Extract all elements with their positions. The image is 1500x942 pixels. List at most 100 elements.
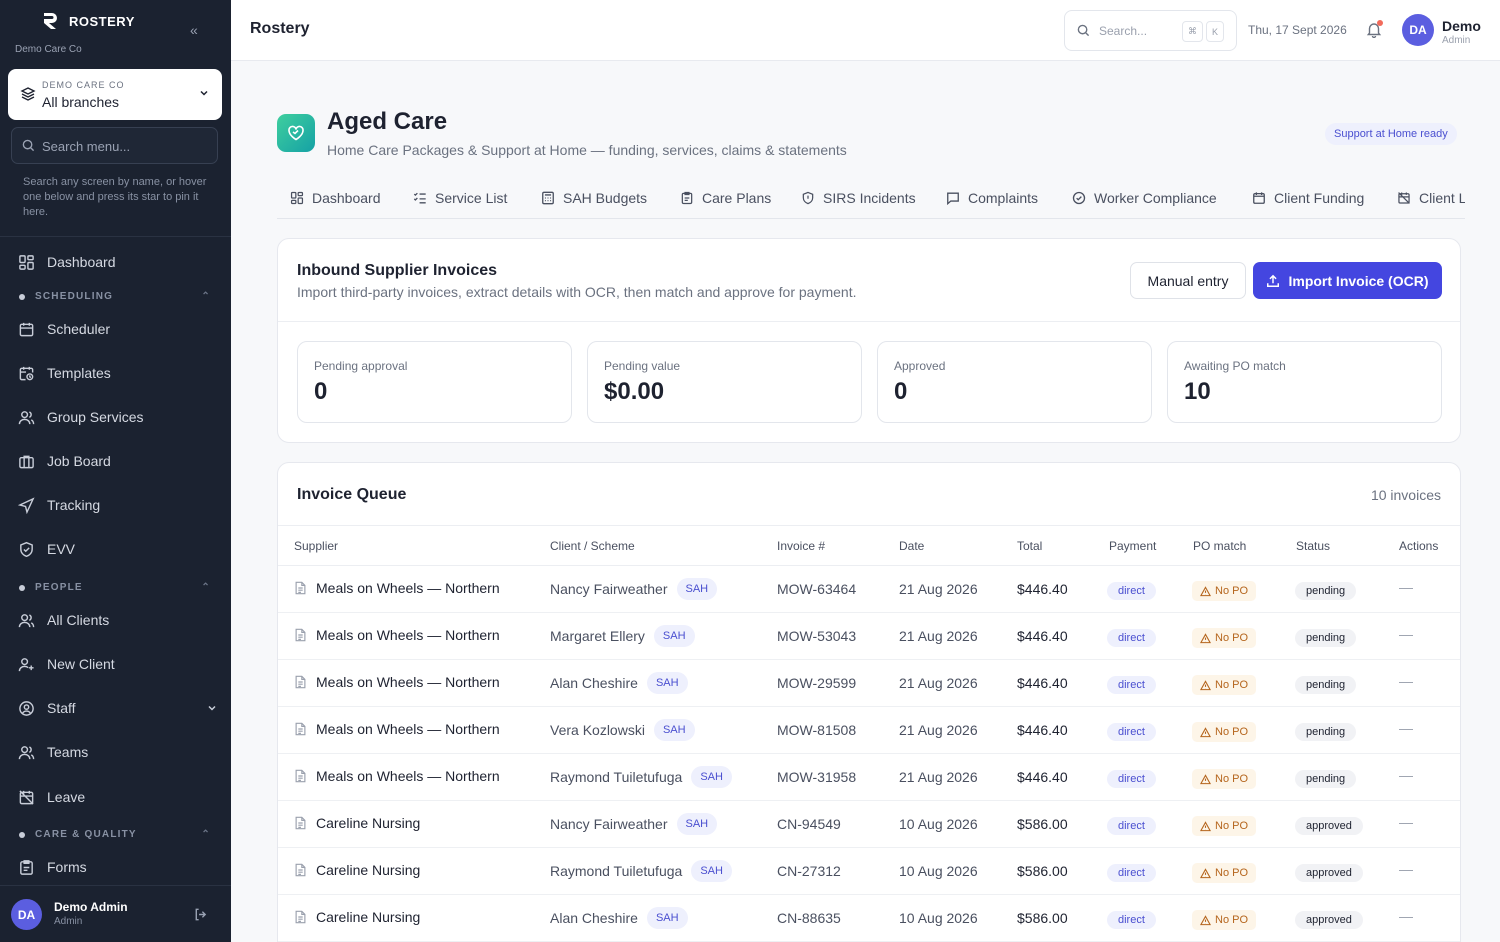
- tab-care-plans[interactable]: Care Plans: [680, 190, 771, 206]
- avatar[interactable]: DA: [1402, 14, 1434, 46]
- row-actions[interactable]: —: [1399, 626, 1413, 642]
- row-actions[interactable]: —: [1399, 673, 1413, 689]
- client-name: Margaret Ellery: [550, 628, 645, 644]
- payment-badge: direct: [1107, 817, 1156, 835]
- sidebar-section-people[interactable]: PEOPLE ⌃: [19, 582, 211, 593]
- topbar-user-role: Admin: [1442, 35, 1471, 46]
- table-row[interactable]: Meals on Wheels — Northern Margaret Eller…: [278, 613, 1460, 660]
- table-row[interactable]: Meals on Wheels — Northern Raymond Tuilet…: [278, 754, 1460, 801]
- table-row[interactable]: Meals on Wheels — Northern Vera Kozlowski…: [278, 707, 1460, 754]
- invoice-total: $446.40: [1017, 722, 1068, 738]
- stat-pending-approval: Pending approval 0: [297, 341, 572, 423]
- sidebar-item-all-clients[interactable]: All Clients: [18, 608, 218, 632]
- sidebar-item-staff[interactable]: Staff: [18, 696, 218, 720]
- po-match-badge: No PO: [1192, 722, 1257, 742]
- sidebar-item-teams[interactable]: Teams: [18, 740, 218, 764]
- sidebar-item-scheduler[interactable]: Scheduler: [18, 317, 218, 341]
- sidebar-section-care-quality[interactable]: CARE & QUALITY ⌃: [19, 829, 211, 840]
- payment-badge: direct: [1107, 723, 1156, 741]
- po-match-label: No PO: [1215, 679, 1249, 691]
- sidebar-item-leave[interactable]: Leave: [18, 785, 218, 809]
- client-cell: Raymond Tuiletufuga SAH: [550, 860, 732, 882]
- client-cell: Alan Cheshire SAH: [550, 672, 688, 694]
- avatar[interactable]: DA: [11, 899, 42, 930]
- row-actions[interactable]: —: [1399, 814, 1413, 830]
- invoice-date: 21 Aug 2026: [899, 769, 978, 785]
- calendar-off-icon: [19, 789, 34, 805]
- row-actions[interactable]: —: [1399, 861, 1413, 877]
- table-row[interactable]: Careline Nursing Alan Cheshire SAH CN-88635…: [278, 895, 1460, 942]
- global-search-input[interactable]: [1099, 22, 1179, 40]
- sidebar-item-new-client[interactable]: New Client: [18, 652, 218, 676]
- warning-triangle-icon: [1200, 820, 1211, 831]
- tab-client-l[interactable]: Client L: [1397, 190, 1465, 206]
- sidebar-item-evv[interactable]: EVV: [18, 537, 218, 561]
- manual-entry-button[interactable]: Manual entry: [1130, 262, 1246, 299]
- card-title: Inbound Supplier Invoices: [297, 262, 498, 279]
- notification-dot: [1377, 20, 1383, 26]
- sidebar-item-tracking[interactable]: Tracking: [18, 493, 218, 517]
- sidebar-item-job-board[interactable]: Job Board: [18, 449, 218, 473]
- tab-service-list[interactable]: Service List: [413, 190, 507, 206]
- topbar-user-name: Demo: [1442, 18, 1481, 34]
- column-header-payment[interactable]: Payment: [1109, 539, 1156, 553]
- stat-pending-value: Pending value $0.00: [587, 341, 862, 423]
- row-actions[interactable]: —: [1399, 579, 1413, 595]
- section-dot: [19, 584, 25, 591]
- column-header-client[interactable]: Client / Scheme: [550, 539, 635, 553]
- shield-icon: [802, 191, 814, 205]
- scheme-badge: SAH: [653, 625, 695, 647]
- column-header-date[interactable]: Date: [899, 539, 924, 553]
- menu-search-hint: Search any screen by name, or hover one …: [23, 176, 207, 218]
- user-plus-icon: [18, 657, 34, 671]
- tab-complaints[interactable]: Complaints: [946, 190, 1038, 206]
- tab-sah-budgets[interactable]: SAH Budgets: [541, 190, 647, 206]
- logout-icon[interactable]: [193, 907, 208, 922]
- invoice-number: CN-88635: [777, 910, 841, 926]
- chevron-up-icon: ⌃: [201, 829, 211, 840]
- column-header-total[interactable]: Total: [1017, 539, 1042, 553]
- tab-client-funding[interactable]: Client Funding: [1252, 190, 1364, 206]
- invoice-number: MOW-53043: [777, 628, 857, 644]
- client-cell: Nancy Fairweather SAH: [550, 578, 718, 600]
- column-header-status[interactable]: Status: [1296, 539, 1330, 553]
- tab-dashboard[interactable]: Dashboard: [290, 190, 381, 206]
- branch-selector[interactable]: DEMO CARE CO All branches: [8, 69, 222, 120]
- column-header-supplier[interactable]: Supplier: [294, 539, 338, 553]
- invoice-total: $586.00: [1017, 863, 1068, 879]
- status-badge: pending: [1295, 676, 1357, 694]
- invoice-total: $446.40: [1017, 581, 1068, 597]
- table-row[interactable]: Meals on Wheels — Northern Nancy Fairweat…: [278, 566, 1460, 613]
- column-header-po-match[interactable]: PO match: [1193, 539, 1246, 553]
- chevron-up-icon: ⌃: [201, 582, 211, 593]
- sidebar-item-label: Forms: [47, 859, 87, 875]
- sidebar-item-forms[interactable]: Forms: [18, 855, 218, 879]
- row-actions[interactable]: —: [1399, 908, 1413, 924]
- collapse-sidebar-icon[interactable]: «: [190, 22, 198, 38]
- file-text-icon: [295, 910, 306, 924]
- row-actions[interactable]: —: [1399, 720, 1413, 736]
- column-header-invoice[interactable]: Invoice #: [777, 539, 825, 553]
- po-match-label: No PO: [1215, 820, 1249, 832]
- table-row[interactable]: Careline Nursing Raymond Tuiletufuga SAH CN…: [278, 848, 1460, 895]
- table-row[interactable]: Careline Nursing Nancy Fairweather SAH CN-9…: [278, 801, 1460, 848]
- sidebar: ROSTERY Demo Care Co « DEMO CARE CO All …: [0, 0, 231, 942]
- module-tabs: Dashboard Service List SAH Budgets Care …: [277, 186, 1465, 219]
- table-row[interactable]: Meals on Wheels — Northern Alan Cheshire S…: [278, 660, 1460, 707]
- branch-name: All branches: [42, 94, 120, 110]
- brand[interactable]: ROSTERY: [41, 11, 135, 31]
- warning-triangle-icon: [1200, 585, 1211, 596]
- client-cell: Alan Cheshire SAH: [550, 907, 688, 929]
- tab-worker-compliance[interactable]: Worker Compliance: [1072, 190, 1217, 206]
- sidebar-item-group-services[interactable]: Group Services: [18, 405, 218, 429]
- import-invoice-button[interactable]: Import Invoice (OCR): [1253, 262, 1442, 299]
- row-actions[interactable]: —: [1399, 767, 1413, 783]
- sidebar-item-dashboard[interactable]: Dashboard: [18, 250, 218, 274]
- sidebar-section-scheduling[interactable]: SCHEDULING ⌃: [19, 291, 211, 302]
- menu-search-input[interactable]: [42, 136, 212, 156]
- payment-badge: direct: [1107, 770, 1156, 788]
- scheme-badge: SAH: [653, 719, 695, 741]
- tab-sirs-incidents[interactable]: SIRS Incidents: [801, 190, 916, 206]
- card-divider: [278, 525, 1460, 526]
- sidebar-item-templates[interactable]: Templates: [18, 361, 218, 385]
